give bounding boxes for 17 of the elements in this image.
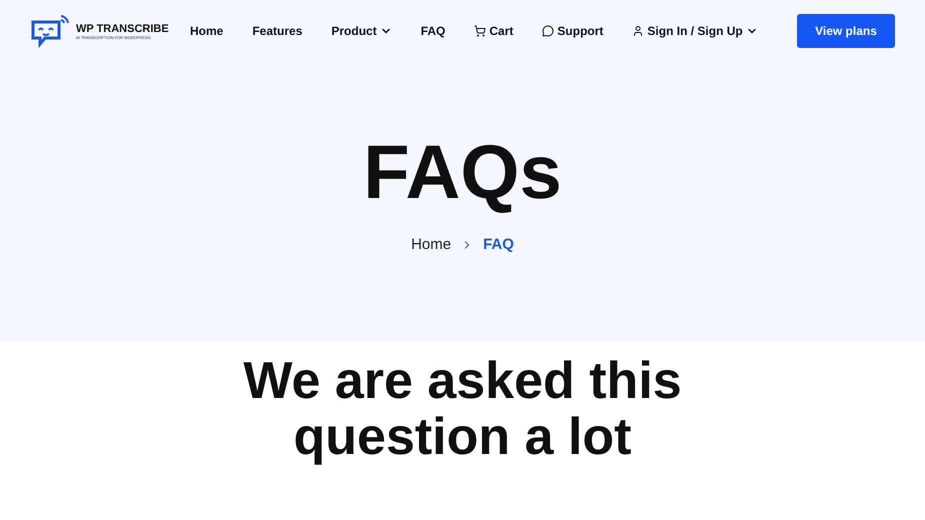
- cart-icon: [474, 25, 486, 37]
- view-plans-button[interactable]: View plans: [797, 14, 895, 48]
- chat-bubble-icon: [542, 25, 554, 37]
- page-title: FAQs: [363, 129, 562, 217]
- logo-icon: [30, 14, 72, 48]
- breadcrumb-link[interactable]: FAQ: [483, 236, 514, 253]
- nav-link[interactable]: Features: [252, 24, 302, 38]
- nav-link[interactable]: Product: [331, 24, 392, 38]
- nav-link[interactable]: Home: [190, 24, 224, 38]
- nav-link[interactable]: FAQ: [420, 24, 446, 38]
- breadcrumb-link[interactable]: Home: [411, 236, 452, 253]
- nav-link[interactable]: Support: [542, 24, 604, 38]
- section-heading: We are asked this question a lot: [242, 353, 683, 465]
- nav-link[interactable]: Cart: [474, 24, 514, 38]
- brand-name: WP TRANSCRIBE: [76, 22, 169, 34]
- user-icon: [632, 25, 644, 37]
- nav-link[interactable]: Sign In / Sign Up: [632, 24, 758, 38]
